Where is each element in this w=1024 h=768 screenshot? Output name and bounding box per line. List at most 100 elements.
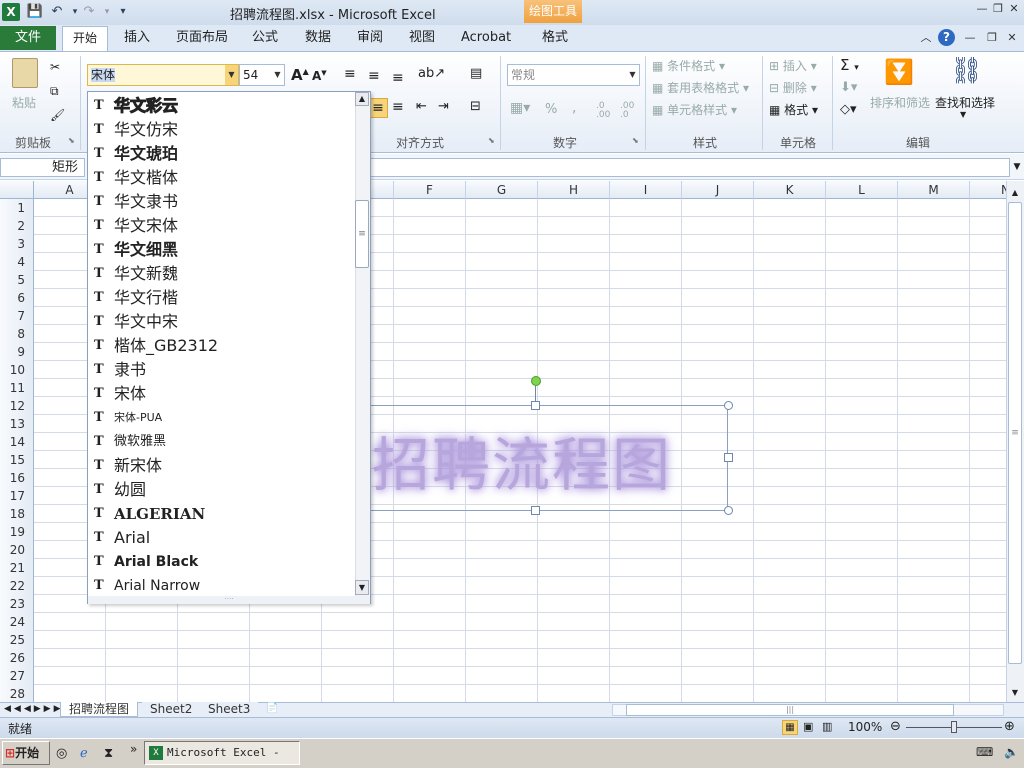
- row-header[interactable]: 19: [0, 523, 34, 541]
- conditional-format-button[interactable]: ▦ 条件格式 ▾: [652, 57, 725, 74]
- row-header[interactable]: 17: [0, 487, 34, 505]
- rotation-handle[interactable]: [531, 376, 541, 386]
- font-list-item[interactable]: T 华文隶书: [88, 190, 370, 214]
- row-header[interactable]: 21: [0, 559, 34, 577]
- row-header[interactable]: 4: [0, 253, 34, 271]
- font-list-item[interactable]: T 新宋体: [88, 454, 370, 478]
- font-size-combo[interactable]: 54 ▼: [239, 64, 285, 86]
- doc-close-icon[interactable]: ✕: [1004, 31, 1020, 45]
- font-list-item[interactable]: T 宋体: [88, 382, 370, 406]
- zoom-slider-thumb[interactable]: [951, 721, 957, 733]
- font-list-item[interactable]: T ALGERIAN: [88, 502, 370, 526]
- row-header[interactable]: 10: [0, 361, 34, 379]
- row-header[interactable]: 18: [0, 505, 34, 523]
- font-list-item[interactable]: T 华文楷体: [88, 166, 370, 190]
- page-break-view-icon[interactable]: ▥: [822, 720, 832, 733]
- resize-handle-top[interactable]: [531, 401, 540, 410]
- font-list-item[interactable]: T 宋体-PUA: [88, 406, 370, 430]
- taskbar-excel-button[interactable]: X Microsoft Excel - ...: [144, 741, 300, 765]
- row-header[interactable]: 15: [0, 451, 34, 469]
- row-header[interactable]: 7: [0, 307, 34, 325]
- number-launcher-icon[interactable]: ⬊: [632, 136, 639, 145]
- font-list-item[interactable]: T Arial Black: [88, 550, 370, 574]
- format-painter-icon[interactable]: 🖌: [50, 108, 65, 122]
- grow-font-icon[interactable]: A▲: [291, 66, 309, 84]
- decrease-decimal-button[interactable]: .00 .0: [620, 102, 638, 120]
- close-icon[interactable]: ✕: [1006, 2, 1022, 16]
- horizontal-scroll-thumb[interactable]: |||: [626, 704, 954, 716]
- undo-icon[interactable]: ↶: [48, 3, 66, 21]
- start-button[interactable]: ⊞开始: [2, 741, 50, 765]
- decrease-indent-icon[interactable]: ⇤: [416, 99, 427, 114]
- align-center-icon[interactable]: ≡: [368, 98, 388, 118]
- resize-handle-bottom[interactable]: [531, 506, 540, 515]
- row-header[interactable]: 3: [0, 235, 34, 253]
- excel-app-icon[interactable]: X: [2, 3, 20, 21]
- sort-filter-button[interactable]: 排序和筛选: [870, 94, 930, 111]
- ie-icon[interactable]: ℯ: [80, 746, 88, 761]
- quicklaunch-more-icon[interactable]: »: [130, 742, 137, 756]
- font-list-resize-grip[interactable]: ····: [88, 596, 370, 604]
- font-list-item[interactable]: T 华文细黑: [88, 238, 370, 262]
- tab-format[interactable]: 格式: [536, 28, 574, 50]
- format-as-table-button[interactable]: ▦ 套用表格格式 ▾: [652, 79, 749, 96]
- collapse-ribbon-icon[interactable]: ︿: [918, 31, 934, 45]
- orientation-icon[interactable]: ab↗: [418, 66, 445, 81]
- tab-review[interactable]: 审阅: [351, 28, 389, 50]
- tab-formulas[interactable]: 公式: [246, 28, 284, 50]
- column-header-k[interactable]: K: [754, 181, 826, 199]
- row-header[interactable]: 8: [0, 325, 34, 343]
- media-icon[interactable]: ⧗: [104, 746, 113, 761]
- font-list-item[interactable]: T 华文新魏: [88, 262, 370, 286]
- tab-home[interactable]: 开始: [62, 26, 108, 52]
- cut-icon[interactable]: ✂: [50, 60, 60, 74]
- clipboard-launcher-icon[interactable]: ⬊: [68, 136, 75, 145]
- row-header[interactable]: 27: [0, 667, 34, 685]
- help-icon[interactable]: ?: [938, 29, 955, 46]
- row-header[interactable]: 5: [0, 271, 34, 289]
- zoom-in-icon[interactable]: ⊕: [1004, 719, 1015, 734]
- minimize-icon[interactable]: —: [974, 2, 990, 16]
- formula-input[interactable]: [370, 158, 1010, 177]
- merge-center-icon[interactable]: ⊟: [470, 99, 481, 114]
- autosum-button[interactable]: Σ ▾: [840, 56, 859, 74]
- select-all-corner[interactable]: [0, 181, 34, 199]
- align-middle-icon[interactable]: ≡: [368, 68, 380, 84]
- align-bottom-icon[interactable]: ≡: [392, 70, 404, 86]
- keyboard-icon[interactable]: ⌨: [976, 745, 993, 759]
- font-list-item[interactable]: T 楷体_GB2312: [88, 334, 370, 358]
- row-header[interactable]: 1: [0, 199, 34, 217]
- paste-icon[interactable]: [12, 58, 38, 88]
- font-list-item[interactable]: T 华文仿宋: [88, 118, 370, 142]
- name-box[interactable]: 矩形: [0, 158, 85, 177]
- row-header[interactable]: 23: [0, 595, 34, 613]
- zoom-out-icon[interactable]: ⊖: [890, 719, 901, 734]
- font-dropdown-list[interactable]: T 华文彩云 T 华文仿宋 T 华文琥珀 T 华文楷体 T 华文隶书 T 华文宋体 T 华文细黑 T 华文新魏…: [87, 91, 371, 604]
- row-header[interactable]: 28: [0, 685, 34, 703]
- normal-view-icon[interactable]: ▦: [782, 720, 798, 735]
- font-name-combo[interactable]: 宋体 ▼: [87, 64, 239, 86]
- paste-button[interactable]: 粘贴: [12, 94, 36, 111]
- wrap-text-icon[interactable]: ▤: [470, 66, 482, 81]
- column-header-l[interactable]: L: [826, 181, 898, 199]
- insert-sheet-icon[interactable]: 📄: [266, 703, 278, 714]
- tab-page-layout[interactable]: 页面布局: [170, 28, 234, 50]
- zoom-level[interactable]: 100%: [848, 720, 882, 734]
- font-list-scroll-up-icon[interactable]: ▲: [355, 92, 369, 106]
- font-list-item[interactable]: T 华文行楷: [88, 286, 370, 310]
- font-list-item[interactable]: T 隶书: [88, 358, 370, 382]
- resize-handle-top-right[interactable]: [724, 401, 733, 410]
- page-layout-view-icon[interactable]: ▣: [803, 720, 813, 733]
- tab-acrobat[interactable]: Acrobat: [455, 28, 517, 50]
- row-header[interactable]: 12: [0, 397, 34, 415]
- column-header-i[interactable]: I: [610, 181, 682, 199]
- insert-cells-button[interactable]: ⊞ 插入 ▾: [769, 57, 817, 74]
- row-header[interactable]: 13: [0, 415, 34, 433]
- shrink-font-icon[interactable]: A▼: [312, 69, 327, 83]
- percent-button[interactable]: %: [545, 102, 557, 117]
- scroll-up-icon[interactable]: ▲: [1008, 186, 1022, 200]
- sheet-nav-icons[interactable]: ◀◀◀▶▶▶: [4, 702, 64, 717]
- column-header-j[interactable]: J: [682, 181, 754, 199]
- row-header[interactable]: 20: [0, 541, 34, 559]
- sheet-tab-active[interactable]: 招聘流程图: [60, 702, 139, 717]
